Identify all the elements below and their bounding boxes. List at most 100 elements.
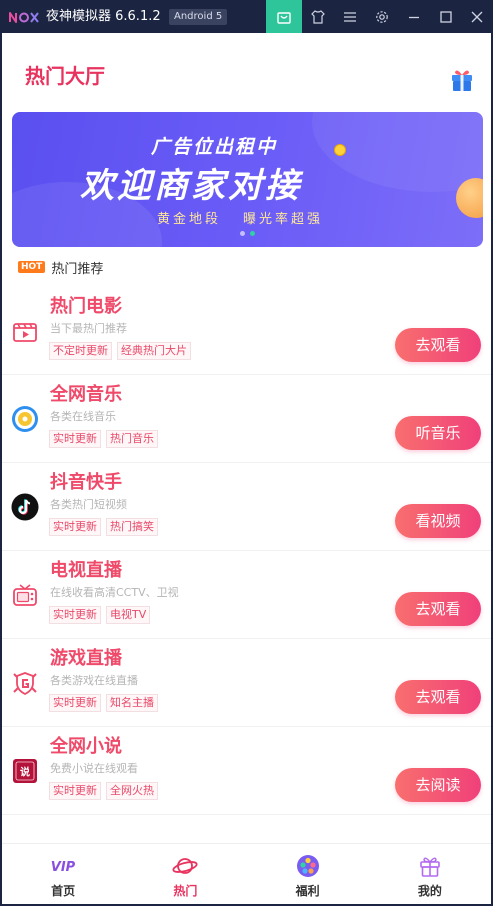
- gift-icon[interactable]: [448, 65, 476, 93]
- tag: 实时更新: [49, 694, 101, 712]
- emulator-window: 夜神模拟器 6.6.1.2 Android 5 热门大厅 广告位出租中 欢迎商家…: [0, 0, 493, 906]
- skin-button[interactable]: [302, 0, 334, 33]
- settings-button[interactable]: [366, 0, 398, 33]
- planet-icon: [172, 853, 198, 879]
- shirt-icon: [311, 9, 325, 24]
- coin-icon: [334, 144, 346, 156]
- list-item[interactable]: 热门电影 当下最热门推荐 不定时更新 经典热门大片 去观看: [2, 287, 491, 375]
- section-header: HOT 热门推荐: [18, 259, 104, 277]
- tag: 实时更新: [49, 430, 101, 448]
- item-subtitle: 免费小说在线观看: [50, 762, 138, 775]
- minimize-icon: [409, 16, 419, 18]
- list-item[interactable]: 电视直播 在线收看高清CCTV、卫视 实时更新 电视TV 去观看: [2, 551, 491, 639]
- movie-clapper-icon: [11, 317, 39, 345]
- tag: 实时更新: [49, 518, 101, 536]
- svg-text:VIP: VIP: [51, 860, 76, 875]
- item-title: 电视直播: [50, 560, 122, 581]
- game-shield-icon: [11, 669, 39, 697]
- nav-tab-hot[interactable]: 热门: [124, 844, 246, 904]
- pagination-dot[interactable]: [240, 231, 245, 236]
- item-subtitle: 各类热门短视频: [50, 498, 127, 511]
- banner-headline: 广告位出租中: [151, 136, 278, 158]
- banner-pagination: [240, 231, 255, 236]
- pagination-dot-active[interactable]: [250, 231, 255, 236]
- item-subtitle: 当下最热门推荐: [50, 322, 127, 335]
- banner-orb: [456, 178, 483, 218]
- list-item[interactable]: 抖音快手 各类热门短视频 实时更新 热门搞笑 看视频: [2, 463, 491, 551]
- item-title: 热门电影: [50, 296, 122, 317]
- app-screen: 热门大厅 广告位出租中 欢迎商家对接 黄金地段 曝光率超强 HOT 热门推荐 热…: [2, 33, 491, 904]
- tag: 实时更新: [49, 782, 101, 800]
- nav-tab-mine[interactable]: 我的: [369, 844, 491, 904]
- film-reel-icon: [295, 853, 321, 879]
- list-item[interactable]: 说 全网小说 免费小说在线观看 实时更新 全网火热 去阅读: [2, 727, 491, 815]
- tag: 电视TV: [106, 606, 151, 624]
- close-button[interactable]: [461, 0, 493, 33]
- android-version-badge: Android 5: [169, 9, 228, 25]
- nav-label: 我的: [417, 884, 442, 898]
- menu-icon: [344, 11, 356, 22]
- item-subtitle: 各类游戏在线直播: [50, 674, 138, 687]
- tag: 全网火热: [106, 782, 158, 800]
- minimize-button[interactable]: [398, 0, 430, 33]
- tv-icon: [11, 581, 39, 609]
- banner-main-text: 欢迎商家对接: [80, 166, 302, 206]
- watch-video-button[interactable]: 看视频: [395, 504, 481, 538]
- banner-tagline-a: 黄金地段: [157, 212, 222, 227]
- list-item[interactable]: 游戏直播 各类游戏在线直播 实时更新 知名主播 去观看: [2, 639, 491, 727]
- item-tags: 实时更新 热门搞笑: [49, 518, 158, 536]
- item-tags: 实时更新 全网火热: [49, 782, 158, 800]
- watch-button[interactable]: 去观看: [395, 680, 481, 714]
- banner-tagline: 黄金地段 曝光率超强: [157, 208, 345, 227]
- item-title: 全网音乐: [50, 384, 122, 405]
- watch-button[interactable]: 去观看: [395, 328, 481, 362]
- item-title: 抖音快手: [50, 472, 122, 493]
- listen-button[interactable]: 听音乐: [395, 416, 481, 450]
- nav-label: 首页: [51, 884, 76, 898]
- nav-label: 福利: [295, 884, 320, 898]
- music-disc-icon: [11, 405, 39, 433]
- hot-list: 热门电影 当下最热门推荐 不定时更新 经典热门大片 去观看 全网音乐 各类在线音…: [2, 287, 491, 815]
- nav-tab-home[interactable]: VIP 首页: [2, 844, 124, 904]
- gift-icon: [417, 853, 443, 879]
- novel-book-icon: 说: [11, 757, 39, 785]
- tag: 热门音乐: [106, 430, 158, 448]
- menu-button[interactable]: [334, 0, 366, 33]
- banner-tagline-b: 曝光率超强: [243, 212, 324, 227]
- watch-button[interactable]: 去观看: [395, 592, 481, 626]
- tag: 知名主播: [106, 694, 158, 712]
- section-label: 热门推荐: [51, 261, 104, 277]
- item-title: 全网小说: [50, 736, 122, 757]
- item-tags: 实时更新 热门音乐: [49, 430, 158, 448]
- gear-icon: [376, 10, 388, 23]
- tag: 实时更新: [49, 606, 101, 624]
- read-button[interactable]: 去阅读: [395, 768, 481, 802]
- vip-icon: VIP: [50, 853, 76, 879]
- list-item[interactable]: 全网音乐 各类在线音乐 实时更新 热门音乐 听音乐: [2, 375, 491, 463]
- page-title: 热门大厅: [25, 64, 105, 88]
- item-tags: 不定时更新 经典热门大片: [49, 342, 191, 360]
- item-subtitle: 各类在线音乐: [50, 410, 116, 423]
- nav-label: 热门: [173, 884, 198, 898]
- maximize-icon: [440, 10, 452, 23]
- store-button[interactable]: [266, 0, 302, 33]
- item-tags: 实时更新 电视TV: [49, 606, 151, 624]
- promo-banner[interactable]: 广告位出租中 欢迎商家对接 黄金地段 曝光率超强: [12, 112, 483, 247]
- bottom-navigation: VIP 首页 热门 福利 我的: [2, 843, 491, 904]
- nox-logo: [9, 12, 39, 23]
- nav-tab-welfare[interactable]: 福利: [247, 844, 369, 904]
- item-subtitle: 在线收看高清CCTV、卫视: [50, 586, 179, 599]
- tag: 经典热门大片: [117, 342, 191, 360]
- item-tags: 实时更新 知名主播: [49, 694, 158, 712]
- close-icon: [471, 11, 483, 22]
- tag: 热门搞笑: [106, 518, 158, 536]
- hot-badge: HOT: [18, 261, 46, 273]
- maximize-button[interactable]: [430, 0, 462, 33]
- svg-text:说: 说: [20, 766, 30, 779]
- store-icon: [277, 11, 291, 24]
- window-title: 夜神模拟器 6.6.1.2: [46, 9, 161, 24]
- tiktok-icon: [11, 493, 39, 521]
- tag: 不定时更新: [49, 342, 112, 360]
- title-bar[interactable]: 夜神模拟器 6.6.1.2 Android 5: [0, 0, 493, 33]
- item-title: 游戏直播: [50, 648, 122, 669]
